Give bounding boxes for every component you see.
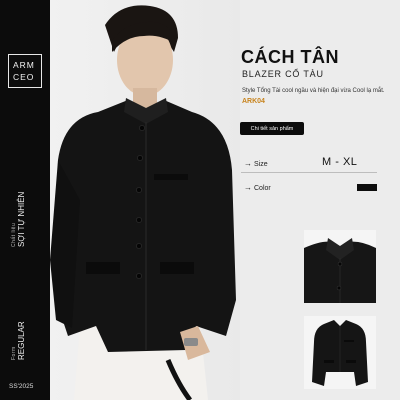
- size-value: M - XL: [322, 156, 358, 168]
- model-photo: [50, 0, 240, 400]
- collar-detail-image: [304, 238, 376, 303]
- side-panel: ARM CEO Chất liệu SỢI TỰ NHIÊN Form REGU…: [0, 0, 50, 400]
- product-subtitle: BLAZER CỔ TÀU: [242, 69, 324, 79]
- form-block: Form REGULAR: [11, 321, 26, 360]
- brand-line-1: ARM: [13, 60, 35, 70]
- size-spec: → Size: [244, 160, 268, 168]
- size-divider: [241, 172, 377, 173]
- size-label: Size: [254, 160, 268, 168]
- product-description: Style Tổng Tài cool ngầu và hiện đại vừa…: [242, 88, 385, 94]
- arrow-right-icon: →: [244, 159, 252, 168]
- season-label: SS'2025: [9, 383, 34, 390]
- product-code: ARK04: [242, 98, 265, 105]
- color-label: Color: [254, 184, 271, 192]
- jacket-flat-image: [312, 320, 368, 386]
- brand-logo: ARM CEO: [8, 54, 42, 88]
- color-spec: → Color: [244, 184, 271, 192]
- material-block: Chất liệu SỢI TỰ NHIÊN: [11, 192, 26, 247]
- color-swatch[interactable]: [357, 184, 377, 191]
- model-illustration: [50, 5, 236, 400]
- arrow-right-icon: →: [244, 183, 252, 192]
- form-value: REGULAR: [17, 321, 26, 360]
- thumbnail-full-jacket[interactable]: [304, 316, 376, 389]
- product-title: CÁCH TÂN: [241, 47, 339, 67]
- thumbnail-collar[interactable]: [304, 230, 376, 303]
- product-detail-button[interactable]: Chi tiết sản phẩm: [240, 122, 304, 135]
- material-value: SỢI TỰ NHIÊN: [17, 191, 26, 247]
- brand-line-2: CEO: [13, 72, 35, 82]
